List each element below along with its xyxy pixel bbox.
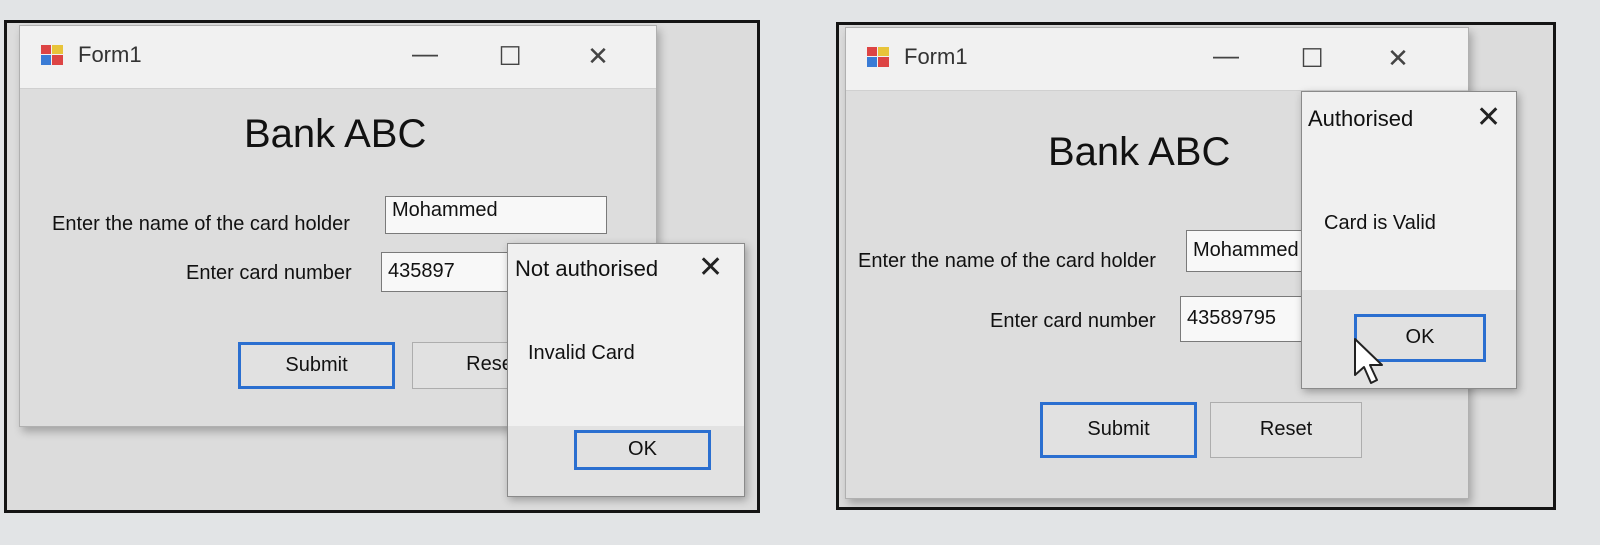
dialog-title: Authorised xyxy=(1308,106,1414,131)
submit-button[interactable]: Submit xyxy=(238,342,395,389)
reset-button[interactable]: Reset xyxy=(1210,402,1362,458)
card-holder-label: Enter the name of the card holder xyxy=(52,213,350,235)
title-bar[interactable]: Form1 — ☐ ✕ xyxy=(846,28,1468,91)
dialog-title: Not authorised xyxy=(515,256,659,281)
bank-heading: Bank ABC xyxy=(1048,130,1231,174)
left-screen: Form1 — ☐ ✕ Bank ABC Enter the name of t… xyxy=(4,20,760,513)
maximize-icon[interactable]: ☐ xyxy=(490,38,530,74)
app-form-icon xyxy=(41,45,63,65)
dialog-message: Card is Valid xyxy=(1324,212,1436,234)
app-form-icon xyxy=(867,47,889,67)
window-title: Form1 xyxy=(78,42,142,67)
mouse-pointer-icon xyxy=(1354,338,1383,384)
card-holder-input[interactable]: Mohammed xyxy=(385,196,607,234)
card-number-label: Enter card number xyxy=(186,262,352,284)
right-screen: Form1 — ☐ ✕ Bank ABC Enter the name of t… xyxy=(836,22,1556,510)
minimize-icon[interactable]: — xyxy=(405,38,445,74)
dialog-close-icon[interactable]: ✕ xyxy=(698,250,723,285)
close-icon[interactable]: ✕ xyxy=(1378,40,1418,76)
ok-button[interactable]: OK xyxy=(574,430,711,470)
bank-heading: Bank ABC xyxy=(244,112,427,156)
dialog-close-icon[interactable]: ✕ xyxy=(1476,100,1501,135)
card-holder-label: Enter the name of the card holder xyxy=(858,250,1156,272)
authorised-dialog: Authorised ✕ Card is Valid OK xyxy=(1301,91,1517,389)
submit-button[interactable]: Submit xyxy=(1040,402,1197,458)
title-bar[interactable]: Form1 — ☐ ✕ xyxy=(20,26,656,89)
window-title: Form1 xyxy=(904,44,968,69)
minimize-icon[interactable]: — xyxy=(1206,40,1246,76)
dialog-message: Invalid Card xyxy=(528,342,635,364)
card-number-label: Enter card number xyxy=(990,310,1156,332)
close-icon[interactable]: ✕ xyxy=(578,38,618,74)
card-number-input[interactable]: 435897 xyxy=(381,252,516,292)
not-authorised-dialog: Not authorised ✕ Invalid Card OK xyxy=(507,243,745,497)
maximize-icon[interactable]: ☐ xyxy=(1292,40,1332,76)
